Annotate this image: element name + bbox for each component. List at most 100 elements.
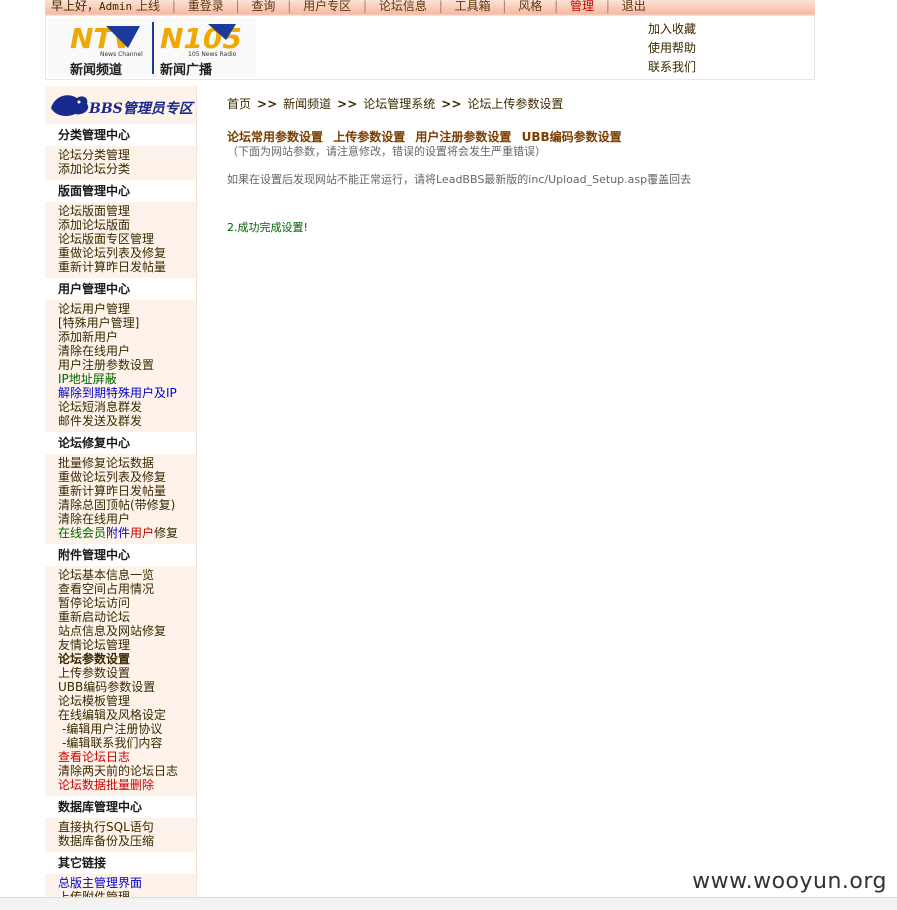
sidebar-link-mail[interactable]: 邮件发送及群发	[58, 414, 196, 428]
contact-link[interactable]: 联系我们	[648, 58, 696, 77]
sidebar-link-forum-settings[interactable]: 论坛参数设置	[58, 652, 196, 666]
sidebar-link-register-settings[interactable]: 用户注册参数设置	[58, 358, 196, 372]
sidebar-link-run-sql[interactable]: 直接执行SQL语句	[58, 820, 196, 834]
warning-note: （下面为网站参数，请注意修改，错误的设置将会发生严重错误）	[227, 145, 546, 158]
sidebar-link-basic-info[interactable]: 论坛基本信息一览	[58, 568, 196, 582]
svg-text:新闻频道: 新闻频道	[70, 62, 122, 77]
section-category: 分类管理中心 论坛分类管理 添加论坛分类	[45, 124, 196, 176]
sidebar-link-batch-delete[interactable]: 论坛数据批量删除	[58, 778, 196, 792]
tab-ubb-settings[interactable]: UBB编码参数设置	[522, 130, 622, 144]
nav-forum-info[interactable]: 论坛信息	[379, 0, 427, 13]
section-title: 其它链接	[45, 852, 196, 874]
nav-user-zone[interactable]: 用户专区	[303, 0, 351, 13]
nav-online[interactable]: 上线	[136, 0, 160, 13]
section-title: 附件管理中心	[45, 544, 196, 566]
sidebar-link-upload-settings[interactable]: 上传参数设置	[58, 666, 196, 680]
sidebar-link-edit-agreement[interactable]: -编辑用户注册协议	[58, 722, 196, 736]
dog-mascot-icon	[51, 95, 89, 116]
breadcrumb-arrow-icon: >>	[441, 97, 462, 111]
sidebar-link-user-manage[interactable]: 论坛用户管理	[58, 302, 196, 316]
sidebar-link-clear-online-2[interactable]: 清除在线用户	[58, 512, 196, 526]
bbs-admin-title: BBS管理员专区	[89, 101, 193, 117]
sidebar-link-template-manage[interactable]: 论坛模板管理	[58, 694, 196, 708]
sidebar-link-clear-log[interactable]: 清除两天前的论坛日志	[58, 764, 196, 778]
nav-admin[interactable]: 管理	[570, 0, 594, 13]
breadcrumb: 首页 >> 新闻频道 >> 论坛管理系统 >> 论坛上传参数设置	[227, 96, 807, 112]
nav-search[interactable]: 查询	[251, 0, 275, 13]
username[interactable]: Admin	[99, 0, 132, 13]
sidebar-link-batch-repair[interactable]: 批量修复论坛数据	[58, 456, 196, 470]
sidebar-link-category-manage[interactable]: 论坛分类管理	[58, 148, 196, 162]
svg-text:News Channel: News Channel	[100, 51, 143, 58]
sidebar-link-list-rebuild[interactable]: 重做论坛列表及修复	[58, 470, 196, 484]
section-title: 版面管理中心	[45, 180, 196, 202]
section-title: 用户管理中心	[45, 278, 196, 300]
greeting: 早上好，Admin	[51, 0, 133, 13]
sidebar-link-board-add[interactable]: 添加论坛版面	[58, 218, 196, 232]
tab-register-settings[interactable]: 用户注册参数设置	[415, 130, 511, 144]
section-board: 版面管理中心 论坛版面管理 添加论坛版面 论坛版面专区管理 重做论坛列表及修复 …	[45, 180, 196, 274]
nav-separator: |	[502, 0, 507, 13]
ntv-logo-icon: NTV News Channel 新闻频道 N105 105 News Radi…	[48, 18, 256, 78]
section-title: 数据库管理中心	[45, 796, 196, 818]
tab-upload-settings[interactable]: 上传参数设置	[333, 130, 405, 144]
nav-separator: |	[605, 0, 610, 13]
sidebar-link-clear-online[interactable]: 清除在线用户	[58, 344, 196, 358]
admin-sidebar: BBS管理员专区 分类管理中心 论坛分类管理 添加论坛分类 版面管理中心 论坛版…	[45, 86, 197, 910]
sidebar-link-edit-contact[interactable]: -编辑联系我们内容	[58, 736, 196, 750]
nav-style[interactable]: 风格	[518, 0, 542, 13]
watermark: www.wooyun.org	[692, 869, 887, 894]
nav-relogin[interactable]: 重登录	[188, 0, 224, 13]
svg-text:105 News Radio: 105 News Radio	[188, 51, 237, 58]
nav-separator: |	[438, 0, 443, 13]
add-favorite-link[interactable]: 加入收藏	[648, 20, 696, 39]
restore-note: 如果在设置后发现网站不能正常运行，请将LeadBBS最新版的inc/Upload…	[227, 173, 692, 186]
sidebar-link-board-rebuild[interactable]: 重做论坛列表及修复	[58, 246, 196, 260]
svg-text:新闻广播: 新闻广播	[160, 62, 213, 77]
sidebar-link-ip-block[interactable]: IP地址屏蔽	[58, 372, 196, 386]
section-database: 数据库管理中心 直接执行SQL语句 数据库备份及压缩	[45, 796, 196, 848]
nav-logout[interactable]: 退出	[622, 0, 646, 13]
sidebar-link-category-add[interactable]: 添加论坛分类	[58, 162, 196, 176]
top-nav-bar: 早上好，Admin 上线 | 重登录 | 查询 | 用户专区 | 论坛信息 | …	[45, 0, 815, 15]
sidebar-link-board-zone[interactable]: 论坛版面专区管理	[58, 232, 196, 246]
breadcrumb-home[interactable]: 首页	[227, 97, 251, 111]
section-user: 用户管理中心 论坛用户管理 [特殊用户管理] 添加新用户 清除在线用户 用户注册…	[45, 278, 196, 428]
sidebar-link-release-expired[interactable]: 解除到期特殊用户及IP	[58, 386, 196, 400]
breadcrumb-arrow-icon: >>	[257, 97, 278, 111]
breadcrumb-admin-system[interactable]: 论坛管理系统	[363, 97, 435, 111]
help-link[interactable]: 使用帮助	[648, 39, 696, 58]
bottom-scroll-bar[interactable]	[0, 897, 897, 910]
sidebar-link-super-moderator[interactable]: 总版主管理界面	[58, 876, 196, 890]
nav-separator: |	[287, 0, 292, 13]
sidebar-link-ubb-settings[interactable]: UBB编码参数设置	[58, 680, 196, 694]
sidebar-link-board-manage[interactable]: 论坛版面管理	[58, 204, 196, 218]
nav-separator: |	[235, 0, 240, 13]
main-content: 首页 >> 新闻频道 >> 论坛管理系统 >> 论坛上传参数设置 论坛常用参数设置 上传参数…	[227, 96, 807, 235]
sidebar-link-clear-sticky[interactable]: 清除总固顶帖(带修复)	[58, 498, 196, 512]
site-logo[interactable]: NTV News Channel 新闻频道 N105 105 News Radi…	[48, 18, 256, 78]
breadcrumb-news-channel[interactable]: 新闻频道	[283, 97, 331, 111]
sidebar-link-style-edit[interactable]: 在线编辑及风格设定	[58, 708, 196, 722]
sidebar-link-mass-message[interactable]: 论坛短消息群发	[58, 400, 196, 414]
nav-toolbox[interactable]: 工具箱	[455, 0, 491, 13]
sidebar-link-view-log[interactable]: 查看论坛日志	[58, 750, 196, 764]
breadcrumb-current: 论坛上传参数设置	[467, 97, 564, 111]
section-attachment: 附件管理中心 论坛基本信息一览 查看空间占用情况 暂停论坛访问 重新启动论坛 站…	[45, 544, 196, 792]
sidebar-link-add-user[interactable]: 添加新用户	[58, 330, 196, 344]
sidebar-link-db-backup[interactable]: 数据库备份及压缩	[58, 834, 196, 848]
sidebar-link-restart-forum[interactable]: 重新启动论坛	[58, 610, 196, 624]
sidebar-link-pause-forum[interactable]: 暂停论坛访问	[58, 596, 196, 610]
sidebar-link-space-usage[interactable]: 查看空间占用情况	[58, 582, 196, 596]
sidebar-link-friend-forum[interactable]: 友情论坛管理	[58, 638, 196, 652]
sidebar-link-member-attachment-repair[interactable]: 在线会员附件用户修复	[58, 526, 196, 540]
site-header: NTV News Channel 新闻频道 N105 105 News Radi…	[45, 15, 815, 80]
sidebar-link-special-user[interactable]: [特殊用户管理]	[58, 316, 196, 330]
sidebar-link-board-recount[interactable]: 重新计算昨日发帖量	[58, 260, 196, 274]
utility-links: 加入收藏 使用帮助 联系我们	[648, 20, 696, 77]
tab-common-settings[interactable]: 论坛常用参数设置	[227, 130, 323, 144]
sidebar-link-site-info[interactable]: 站点信息及网站修复	[58, 624, 196, 638]
sidebar-link-recount-posts[interactable]: 重新计算昨日发帖量	[58, 484, 196, 498]
nav-separator: |	[171, 0, 176, 13]
nav-separator: |	[362, 0, 368, 13]
